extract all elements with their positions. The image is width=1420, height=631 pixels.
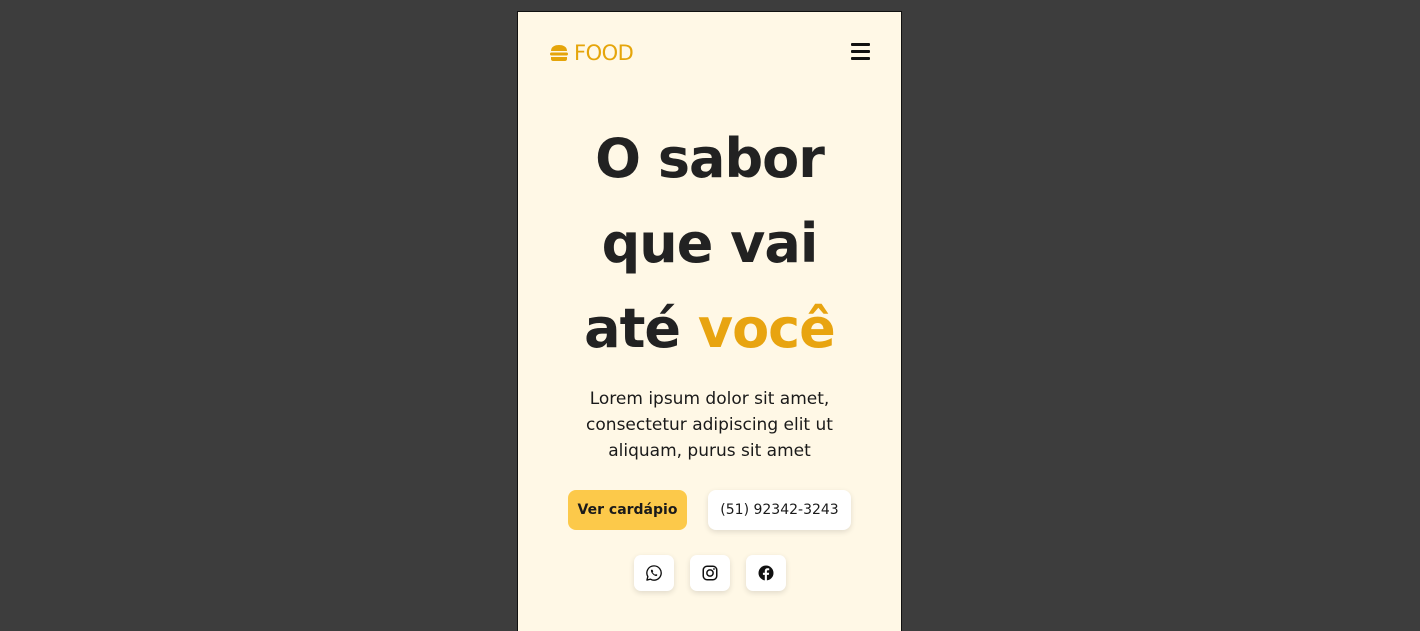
whatsapp-button[interactable]	[633, 555, 674, 591]
hero-title-accent: você	[697, 297, 836, 360]
whatsapp-icon	[645, 565, 662, 581]
hero-description: Lorem ipsum dolor sit amet, consectetur …	[586, 389, 833, 461]
hero-title-line-1: O sabor	[595, 127, 825, 190]
facebook-icon	[758, 565, 773, 581]
app-viewport: FOOD O sabor que vai até você Lorem ipsum …	[517, 11, 902, 631]
phone-button[interactable]: (51) 92342-3243	[708, 490, 851, 530]
logo[interactable]: FOOD	[549, 41, 634, 65]
hero-title-line-3: até	[584, 297, 681, 360]
instagram-icon	[702, 565, 717, 581]
header: FOOD	[518, 12, 901, 96]
view-menu-button[interactable]: Ver cardápio	[568, 490, 687, 530]
facebook-button[interactable]	[745, 555, 786, 591]
menu-bar	[851, 57, 870, 60]
hero-title-line-2: que vai	[601, 212, 819, 275]
hamburger-menu-icon[interactable]	[851, 43, 871, 61]
instagram-button[interactable]	[689, 555, 730, 591]
menu-bar	[851, 50, 870, 53]
burger-icon	[550, 45, 568, 61]
menu-bar	[851, 43, 870, 46]
hero-title: O sabor que vai até você	[518, 116, 901, 371]
logo-text: FOOD	[574, 41, 634, 65]
social-links	[518, 555, 901, 591]
